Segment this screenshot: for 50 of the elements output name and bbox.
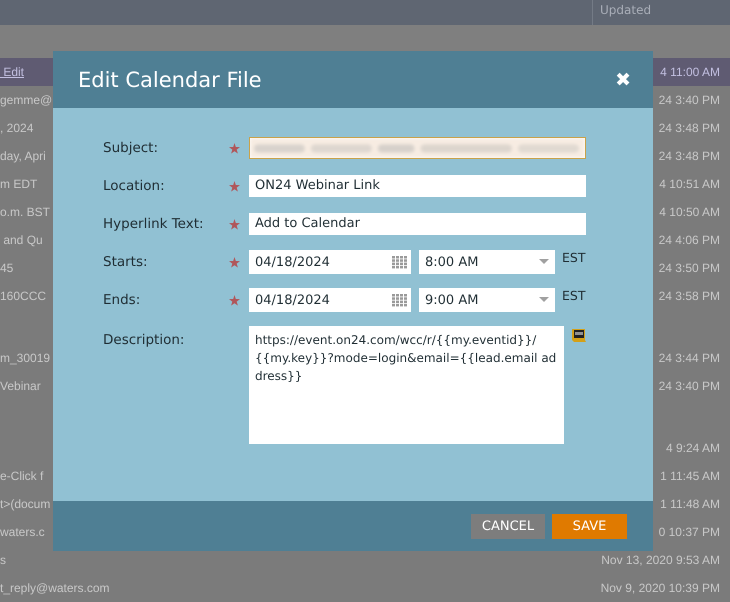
table-cell: t>(docum (0, 497, 50, 511)
field-label: Hyperlink Text: (103, 216, 205, 232)
date-cell-text: 24 4:06 PM (658, 233, 721, 247)
close-button[interactable]: ✖ (615, 68, 631, 90)
table-cell: , 2024 (0, 121, 34, 135)
date-cell-text: 4 11:00 AM (660, 65, 721, 79)
time-dropdown[interactable]: 8:00 AM (419, 250, 555, 274)
calendar-icon[interactable] (392, 256, 407, 268)
calendar-icon[interactable] (392, 294, 407, 306)
save-button[interactable]: SAVE (552, 514, 627, 538)
date-cell-text: 1 11:48 AM (660, 497, 721, 511)
field-label: Ends: (103, 292, 142, 308)
table-cell: waters.c (0, 525, 45, 539)
token-icon[interactable] (571, 328, 587, 343)
timezone-label: EST (562, 250, 586, 265)
date-cell-text: 24 3:40 PM (658, 379, 721, 393)
field-label: Subject: (103, 140, 160, 156)
caret-icon (539, 297, 549, 303)
date-field[interactable]: 04/18/2024 (249, 250, 411, 274)
table-cell: day, Apri (0, 149, 46, 163)
date-cell-text: 24 3:40 PM (658, 93, 721, 107)
input-field[interactable]: ON24 Webinar Link (249, 175, 586, 197)
table-cell: e-Click f (0, 469, 44, 483)
date-cell-text: 24 3:48 PM (658, 149, 721, 163)
table-cell: o.m. BST (0, 205, 50, 219)
date-cell-text: 4 9:24 AM (666, 441, 721, 455)
table-cell: t_reply@waters.com (0, 581, 110, 595)
table-cell-text: and Qu (2, 233, 43, 247)
date-cell-text: 1 11:45 AM (660, 469, 721, 483)
caret-icon (539, 259, 549, 265)
edit-link[interactable]: Edit (0, 65, 24, 79)
description-field[interactable]: https://event.on24.com/wcc/r/{{my.eventid}}/{{my.key}}?mode=login&email={{lead.email address}} (249, 326, 564, 444)
input-field[interactable]: Add to Calendar (249, 213, 586, 235)
table-cell: Vebinar (0, 379, 41, 393)
date-cell-text: 0 10:37 PM (658, 525, 721, 539)
dialog-title: Edit Calendar File (78, 68, 262, 92)
date-cell-text: 24 3:48 PM (658, 121, 721, 135)
date-cell-text: Nov 13, 2020 9:53 AM (601, 553, 721, 567)
table-cell: s (0, 553, 6, 567)
cancel-button[interactable]: CANCEL (471, 514, 545, 538)
time-dropdown[interactable]: 9:00 AM (419, 288, 555, 312)
table-cell: gemme@ (0, 93, 52, 107)
date-cell-text: 4 10:50 AM (659, 205, 721, 219)
date-field[interactable]: 04/18/2024 (249, 288, 411, 312)
field-label: Location: (103, 178, 166, 194)
table-row[interactable]: t_reply@waters.com Nov 9, 2020 10:39 PM (0, 574, 730, 602)
timezone-label: EST (562, 288, 586, 303)
field-label: Description: (103, 331, 186, 348)
date-cell-text: Nov 9, 2020 10:39 PM (600, 581, 721, 595)
field-label: Starts: (103, 254, 149, 270)
